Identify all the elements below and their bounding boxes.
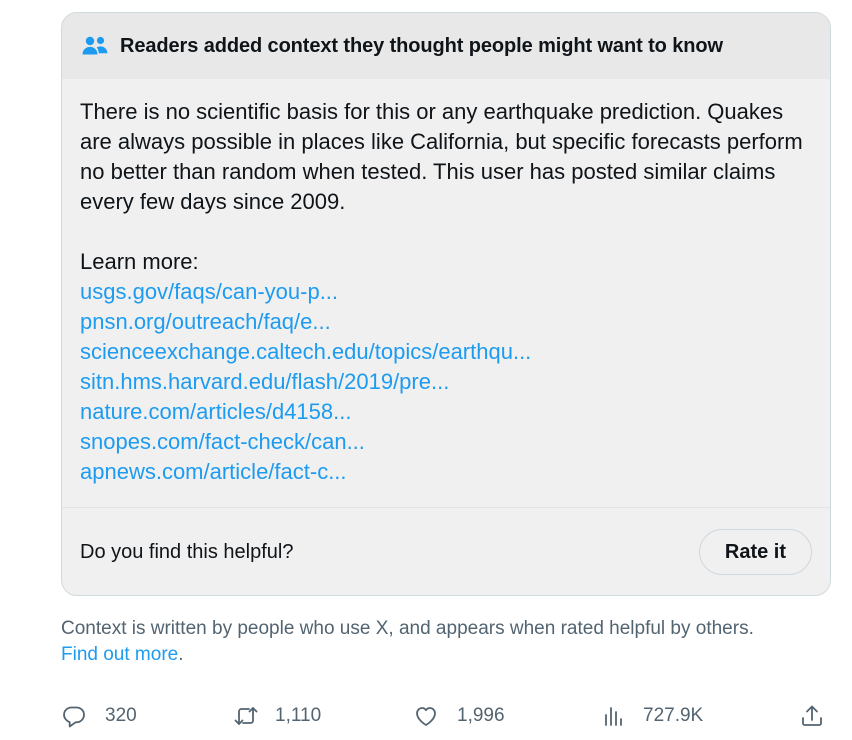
note-header-title: Readers added context they thought peopl… — [120, 34, 723, 57]
rate-it-button[interactable]: Rate it — [698, 529, 812, 575]
context-disclaimer-suffix: . — [178, 644, 184, 665]
note-text: There is no scientific basis for this or… — [80, 99, 803, 214]
reply-count: 320 — [105, 705, 137, 726]
reply-icon — [63, 706, 85, 728]
source-link[interactable]: scienceexchange.caltech.edu/topics/earth… — [80, 337, 812, 367]
context-disclaimer-text: Context is written by people who use X, … — [61, 618, 754, 639]
find-out-more-link[interactable]: Find out more — [61, 644, 178, 665]
tweet-actions: 320 1,110 1,996 727.9K — [61, 700, 831, 732]
like-button[interactable]: 1,996 — [413, 700, 505, 732]
heart-icon — [416, 707, 436, 726]
learn-more-label: Learn more: — [80, 249, 199, 274]
views-icon — [605, 707, 622, 726]
share-icon — [802, 705, 822, 726]
source-link[interactable]: pnsn.org/outreach/faq/e... — [80, 307, 812, 337]
helpful-row: Do you find this helpful? Rate it — [62, 508, 830, 595]
source-link[interactable]: sitn.hms.harvard.edu/flash/2019/pre... — [80, 367, 812, 397]
source-links: usgs.gov/faqs/can-you-p... pnsn.org/outr… — [80, 277, 812, 487]
repost-icon — [234, 707, 258, 725]
source-link[interactable]: usgs.gov/faqs/can-you-p... — [80, 277, 812, 307]
source-link[interactable]: snopes.com/fact-check/can... — [80, 427, 812, 457]
reply-button[interactable]: 320 — [61, 700, 137, 732]
repost-button[interactable]: 1,110 — [233, 700, 321, 732]
repost-count: 1,110 — [275, 705, 322, 726]
community-note-card: Readers added context they thought peopl… — [61, 12, 831, 596]
like-count: 1,996 — [457, 705, 505, 726]
context-disclaimer: Context is written by people who use X, … — [61, 616, 821, 668]
source-link[interactable]: nature.com/articles/d4158... — [80, 397, 812, 427]
source-link[interactable]: apnews.com/article/fact-c... — [80, 457, 812, 487]
helpful-question: Do you find this helpful? — [80, 540, 294, 563]
views-count: 727.9K — [643, 705, 704, 726]
people-icon — [81, 32, 109, 60]
note-body: There is no scientific basis for this or… — [62, 79, 830, 487]
share-button[interactable] — [799, 700, 825, 732]
views-button[interactable]: 727.9K — [601, 700, 703, 732]
note-header: Readers added context they thought peopl… — [62, 13, 830, 79]
